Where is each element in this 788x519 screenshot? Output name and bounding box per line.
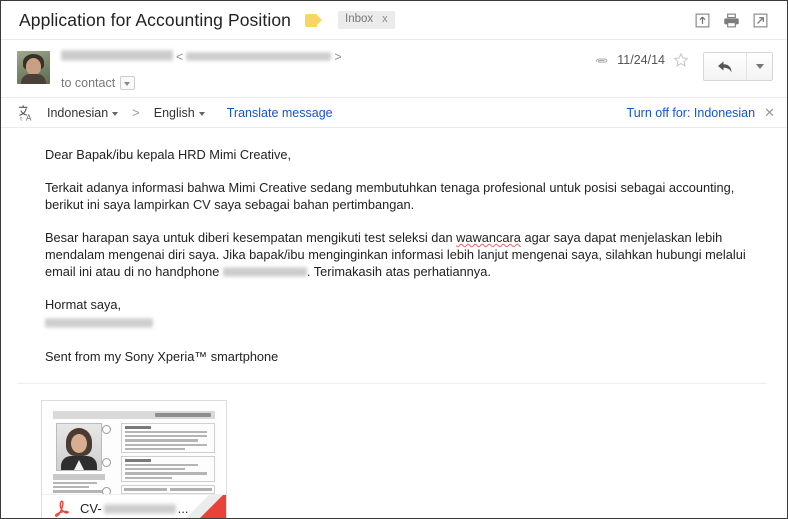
reply-arrow-icon — [718, 61, 732, 72]
attachment-footer[interactable]: CV-... — [42, 494, 226, 518]
translate-message-link[interactable]: Translate message — [227, 106, 333, 120]
recipient-line[interactable]: to contact — [61, 76, 593, 90]
star-outline-icon[interactable] — [673, 52, 689, 68]
svg-text:A: A — [26, 113, 32, 122]
sender-row: < > to contact 11/24/14 — [1, 40, 787, 98]
message-date: 11/24/14 — [617, 53, 665, 67]
signature-name-redacted — [45, 318, 153, 328]
target-language-dropdown[interactable]: English — [154, 106, 205, 120]
attachment-card[interactable]: CV-... — [41, 400, 227, 518]
cv-left-column — [53, 423, 105, 494]
source-language-dropdown[interactable]: Indonesian — [47, 106, 118, 120]
translate-turn-off: Turn off for: Indonesian ✕ — [627, 105, 775, 121]
phone-number-redacted — [222, 266, 307, 277]
body-closing: Hormat saya, — [45, 297, 122, 312]
signature-line — [45, 313, 767, 332]
page-title: Application for Accounting Position — [19, 9, 291, 30]
translate-direction-arrow: > — [132, 105, 140, 120]
print-icon[interactable] — [723, 12, 740, 29]
message-header: Application for Accounting Position Inbo… — [1, 1, 787, 40]
body-paragraph-2: Besar harapan saya untuk diberi kesempat… — [45, 229, 767, 280]
gmail-message-view: Application for Accounting Position Inbo… — [0, 0, 788, 519]
body-paragraph-1: Terkait adanya informasi bahwa Mimi Crea… — [45, 180, 735, 212]
attachment-corner-fold-icon — [196, 495, 226, 518]
body-greeting: Dear Bapak/ibu kepala HRD Mimi Creative, — [45, 147, 292, 162]
message-actions: 11/24/14 — [593, 50, 773, 89]
show-details-chevron-down-icon[interactable] — [120, 76, 136, 90]
inbox-label-text: Inbox — [345, 12, 374, 25]
sender-details: < > to contact — [50, 50, 593, 90]
translate-icon: A t — [18, 105, 32, 122]
filename-redacted — [103, 503, 176, 514]
open-in-new-window-icon[interactable] — [752, 12, 769, 29]
cv-portrait-photo — [56, 423, 102, 471]
paperclip-icon — [596, 58, 608, 63]
target-language-label: English — [153, 105, 195, 120]
pdf-icon — [54, 499, 69, 517]
attachment-thumbnail[interactable] — [47, 406, 221, 494]
filename-prefix: CV- — [80, 501, 102, 516]
translate-bar: A t Indonesian > English Translate messa… — [1, 98, 787, 128]
remove-label-icon[interactable]: x — [382, 14, 388, 25]
sender-identity[interactable]: < > — [61, 50, 593, 67]
sender-email-redacted — [186, 52, 332, 61]
svg-text:t: t — [20, 117, 22, 122]
move-to-inbox-icon[interactable] — [694, 12, 711, 29]
attachments-area: CV-... — [1, 384, 787, 518]
inbox-label-chip[interactable]: Inbox x — [338, 10, 395, 30]
recipient-label: to contact — [61, 76, 116, 90]
body-paragraph-2-part-a: Besar harapan saya untuk diberi kesempat… — [45, 230, 457, 245]
cv-right-column — [102, 423, 215, 494]
body-paragraph-2-part-c: . Terimakasih atas perhatiannya. — [306, 264, 491, 279]
close-icon[interactable]: ✕ — [764, 105, 775, 121]
avatar — [17, 51, 50, 84]
more-options-button[interactable] — [747, 53, 772, 80]
reply-button[interactable] — [704, 53, 747, 80]
body-paragraph-2-misspelled-word: wawancara — [456, 230, 521, 245]
header-actions — [694, 12, 773, 29]
email-open-bracket: < — [176, 50, 184, 64]
sent-from-line: Sent from my Sony Xperia™ smartphone — [45, 349, 279, 364]
label-tag-icon — [305, 13, 323, 27]
cv-title-bar — [53, 411, 215, 419]
message-body: Dear Bapak/ibu kepala HRD Mimi Creative,… — [1, 128, 787, 365]
cv-preview-page — [47, 406, 221, 494]
source-language-label: Indonesian — [47, 105, 109, 120]
turn-off-link[interactable]: Turn off for: Indonesian — [627, 106, 756, 120]
attachment-filename: CV-... — [80, 501, 189, 516]
reply-button-group — [703, 52, 773, 81]
sender-name-redacted — [61, 50, 173, 61]
email-close-bracket: > — [334, 50, 342, 64]
